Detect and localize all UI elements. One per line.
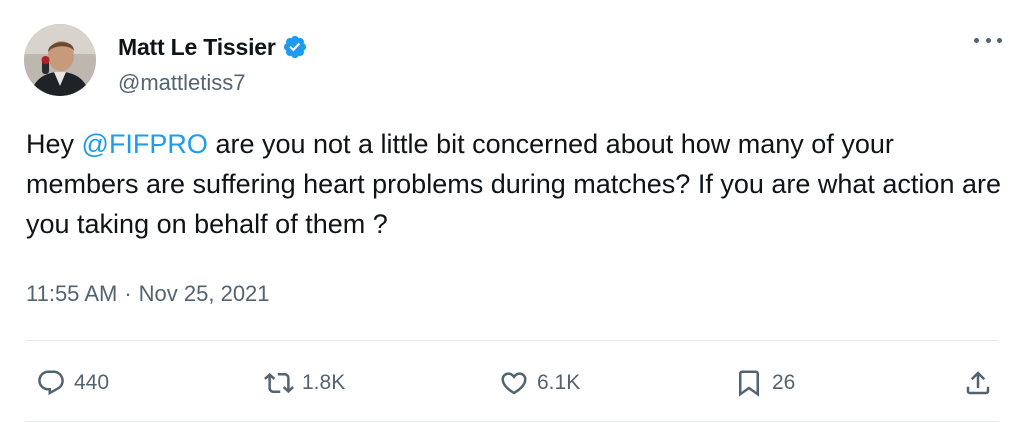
reply-count: 440 <box>74 371 110 394</box>
divider <box>26 421 998 422</box>
tweet-date: Nov 25, 2021 <box>138 281 270 306</box>
heart-icon <box>501 372 527 395</box>
verified-badge-icon[interactable] <box>282 34 308 60</box>
like-count: 6.1K <box>537 371 581 394</box>
divider <box>26 340 998 341</box>
author-display-name[interactable]: Matt Le Tissier <box>118 34 276 61</box>
author-handle[interactable]: @mattletiss7 <box>118 70 245 96</box>
more-options-icon[interactable] <box>974 30 1002 50</box>
retweet-count: 1.8K <box>302 371 346 394</box>
retweet-icon <box>264 372 294 394</box>
more-dot <box>985 37 991 43</box>
avatar[interactable] <box>24 24 96 96</box>
bookmark-button[interactable]: 26 <box>734 363 795 403</box>
share-icon <box>966 371 990 395</box>
timestamp-separator: · <box>124 281 132 306</box>
author-name-row: Matt Le Tissier <box>118 32 308 62</box>
more-dot <box>974 37 979 43</box>
retweet-button[interactable]: 1.8K <box>264 363 345 403</box>
like-button[interactable]: 6.1K <box>499 363 580 403</box>
mention-link[interactable]: @FIFPRO <box>82 129 208 159</box>
tweet-text: Hey @FIFPRO are you not a little bit con… <box>26 124 1001 244</box>
reply-icon <box>38 370 64 396</box>
tweet-timestamp[interactable]: 11:55 AM · Nov 25, 2021 <box>26 281 270 307</box>
bookmark-count: 26 <box>772 371 796 394</box>
avatar-image <box>24 24 96 96</box>
reply-button[interactable]: 440 <box>36 363 109 403</box>
more-dot <box>997 37 1002 43</box>
share-button[interactable] <box>963 363 993 403</box>
tweet-card: Matt Le Tissier @mattletiss7 Hey @FIFPRO… <box>0 0 1024 423</box>
bookmark-icon <box>739 370 759 397</box>
action-bar: 440 1.8K 6.1K 26 <box>0 363 1024 403</box>
tweet-text-lead: Hey <box>26 129 82 159</box>
tweet-time: 11:55 AM <box>26 281 118 306</box>
